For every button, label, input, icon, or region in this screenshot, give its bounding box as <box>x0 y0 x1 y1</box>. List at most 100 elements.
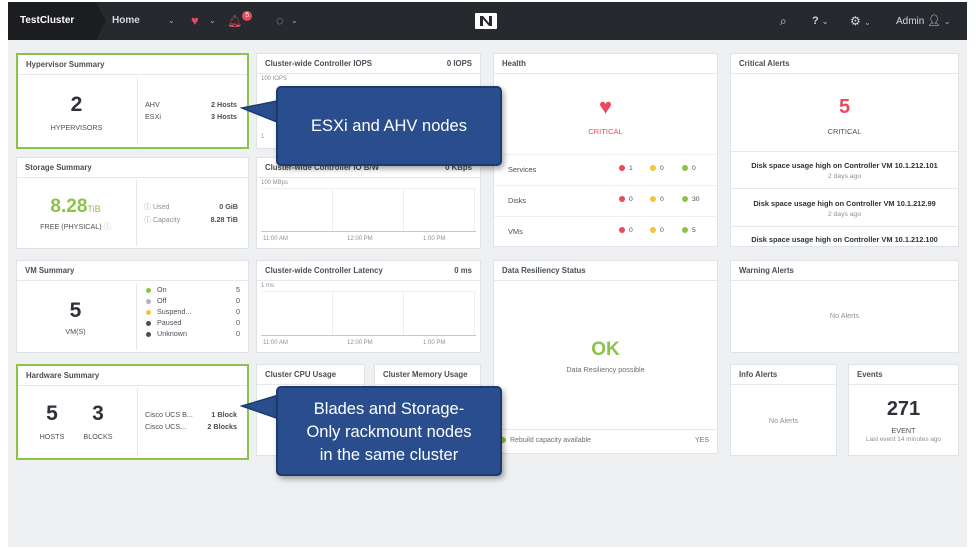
health-row[interactable]: VMs 0 0 5 <box>494 216 717 247</box>
health-status: CRITICAL <box>588 127 623 136</box>
vm-state-dot <box>146 320 151 326</box>
health-panel[interactable]: Health ♥ CRITICAL Services 1 0 0 Disks 0… <box>493 53 718 247</box>
rebuild-value: YES <box>694 437 709 444</box>
panel-title: VM Summary <box>17 261 248 281</box>
green-count: 5 <box>692 227 696 234</box>
info-icon[interactable]: ⓘ <box>144 204 151 211</box>
chevron-down-icon[interactable]: ⌄ <box>209 2 216 40</box>
vm-state-dot <box>146 287 151 293</box>
vm-summary-panel[interactable]: VM Summary 5 VM(S) On 5 Off 0 Suspend... 0 Pau… <box>16 260 249 353</box>
latency-chart <box>261 291 476 336</box>
chevron-down-icon[interactable]: ⌄ <box>168 2 175 40</box>
vm-state-row[interactable]: Suspend... 0 <box>144 307 240 318</box>
cluster-name[interactable]: TestCluster <box>8 2 106 40</box>
hardware-summary-panel[interactable]: Hardware Summary 5 HOSTS 3 BLOCKS Cisco … <box>16 364 249 460</box>
x-axis-label: 1:00 PM <box>423 340 446 346</box>
vm-state-row[interactable]: Paused 0 <box>144 318 240 329</box>
warning-alerts-panel[interactable]: Warning Alerts No Alerts <box>730 260 959 353</box>
controller-bandwidth-panel[interactable]: Cluster-wide Controller IO B/W 0 KBps 100… <box>256 157 481 249</box>
vm-state-dot <box>146 331 151 337</box>
dashboard-app: TestCluster Home ⌄ ♥ ⌄ 🔔︎ 5 ◌ ⌄ ⌕ ? ⌄ ⚙ ⌄… <box>8 2 967 547</box>
critical-alerts-panel[interactable]: Critical Alerts 5 CRITICAL Disk space us… <box>730 53 959 247</box>
vm-state-label: Unknown <box>157 329 187 338</box>
alert-text: Disk space usage high on Controller VM 1… <box>751 161 938 170</box>
resiliency-status: OK <box>591 339 620 360</box>
user-menu[interactable]: Admin 👤︎ ⌄ <box>896 2 951 40</box>
panel-title: Cluster CPU Usage <box>257 365 364 385</box>
panel-title: Info Alerts <box>731 365 836 385</box>
home-menu[interactable]: Home <box>112 2 140 40</box>
gear-icon[interactable]: ⚙ ⌄ <box>850 2 871 40</box>
help-icon[interactable]: ? ⌄ <box>812 2 829 40</box>
alert-item[interactable]: Disk space usage high on Controller VM 1… <box>731 161 958 180</box>
alert-item[interactable]: Disk space usage high on Controller VM 1… <box>731 199 958 218</box>
y-axis-label: 100 IOPS <box>261 76 288 82</box>
health-row-label: Disks <box>508 196 527 205</box>
data-resiliency-panel[interactable]: Data Resiliency Status OK Data Resilienc… <box>493 260 718 454</box>
vm-state-label: Paused <box>157 318 182 327</box>
event-count: 271 <box>886 398 921 420</box>
health-row-label: VMs <box>508 227 523 236</box>
y-axis-label: 1 ms <box>261 283 275 289</box>
vm-state-value: 0 <box>236 307 240 316</box>
red-count: 0 <box>629 227 633 234</box>
blocks-label: BLOCKS <box>83 432 113 441</box>
panel-title: Health <box>494 54 717 74</box>
callout-blades-rackmount: Blades and Storage- Only rackmount nodes… <box>276 386 502 476</box>
info-icon[interactable]: ⓘ <box>104 222 111 231</box>
health-row[interactable]: Services 1 0 0 <box>494 154 717 185</box>
hosts-label: HOSTS <box>39 432 65 441</box>
panel-title: Critical Alerts <box>731 54 958 74</box>
alert-bell-icon[interactable]: 🔔︎ 5 <box>227 2 253 40</box>
panel-title: Data Resiliency Status <box>494 261 717 281</box>
alert-time: 2 days ago <box>827 173 862 180</box>
alert-item[interactable]: Disk space usage high on Controller VM 1… <box>731 235 958 244</box>
event-label: EVENT <box>891 426 916 435</box>
user-icon: 👤︎ <box>927 15 942 27</box>
health-row[interactable]: Disks 0 0 30 <box>494 185 717 216</box>
info-icon[interactable]: ⓘ <box>144 217 151 224</box>
hypervisor-summary-panel: Hypervisor Summary 2 HYPERVISORS AHV 2 H… <box>16 53 249 149</box>
callout-text: Blades and Storage- <box>313 400 465 418</box>
x-axis-label: 1:00 PM <box>423 236 446 242</box>
used-label: Used <box>152 204 170 211</box>
info-alerts-panel[interactable]: Info Alerts No Alerts <box>730 364 837 456</box>
free-storage-value: 8.28 <box>50 196 88 217</box>
red-count: 0 <box>629 196 633 203</box>
alert-count-badge: 5 <box>242 11 253 21</box>
vm-state-row[interactable]: On 5 <box>144 285 240 296</box>
panel-title: Hypervisor Summary <box>18 55 247 75</box>
chevron-down-icon[interactable]: ⌄ <box>291 2 298 40</box>
block-model: Cisco UCS B... <box>145 410 193 419</box>
x-axis-label: 11:00 AM <box>263 236 288 242</box>
controller-latency-panel[interactable]: Cluster-wide Controller Latency 0 ms 1 ms… <box>256 260 481 353</box>
x-axis-label: 11:00 AM <box>263 340 288 346</box>
home-label: Home <box>112 15 140 26</box>
storage-summary-panel[interactable]: Storage Summary 8.28TiB FREE (PHYSICAL) … <box>16 157 249 249</box>
capacity-value: 8.28 TiB <box>210 215 238 224</box>
hypervisor-value: 2 Hosts <box>211 100 237 109</box>
iops-value: 0 IOPS <box>446 59 472 68</box>
alert-text: Disk space usage high on Controller VM 1… <box>751 235 938 244</box>
vm-state-row[interactable]: Off 0 <box>144 296 240 307</box>
no-alerts-text: No Alerts <box>768 416 799 425</box>
yellow-count: 0 <box>660 165 664 172</box>
events-panel[interactable]: Events 271 EVENT Last event 14 minutes a… <box>848 364 959 456</box>
health-heart-icon[interactable]: ♥ <box>191 2 199 40</box>
latency-value: 0 ms <box>454 266 472 275</box>
vm-state-value: 0 <box>236 329 240 338</box>
alert-time: 2 days ago <box>827 211 862 218</box>
free-storage-label: FREE (PHYSICAL) <box>40 222 102 231</box>
vm-state-label: On <box>157 285 167 294</box>
vm-state-row[interactable]: Unknown 0 <box>144 329 240 340</box>
panel-title: Cluster-wide Controller Latency <box>265 266 383 275</box>
search-icon[interactable]: ⌕ <box>780 2 787 40</box>
vm-count: 5 <box>69 299 82 322</box>
red-count: 1 <box>629 165 633 172</box>
vm-state-dot <box>146 298 151 304</box>
last-event-text: Last event 14 minutes ago <box>866 436 941 443</box>
block-value: 1 Block <box>211 410 237 419</box>
tasks-circle-icon[interactable]: ◌ <box>276 2 284 40</box>
hypervisor-count-label: HYPERVISORS <box>50 123 103 132</box>
alert-text: Disk space usage high on Controller VM 1… <box>753 199 936 208</box>
